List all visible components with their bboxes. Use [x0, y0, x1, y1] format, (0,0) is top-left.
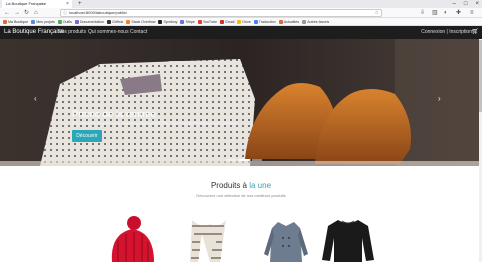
bookmarks-bar: Ma Boutique Mes projets Outils Documentatio…	[0, 18, 482, 26]
bookmark-item[interactable]: Autres favoris	[302, 19, 330, 24]
bookmark-label: Stack Overflow	[131, 19, 156, 24]
carousel-dot[interactable]	[252, 159, 262, 161]
bookmark-item[interactable]: Symfony	[158, 19, 178, 24]
bookmark-favicon-icon	[31, 19, 36, 24]
bookmark-item[interactable]: Gmail	[219, 19, 235, 24]
bookmark-favicon-icon	[237, 19, 242, 24]
maximize-icon[interactable]: □	[464, 0, 468, 8]
bookmark-label: Stripe	[185, 19, 195, 24]
section-title: Produits à la une	[0, 181, 482, 190]
forward-icon[interactable]: →	[14, 9, 20, 17]
product-red-beanie[interactable]	[102, 214, 162, 262]
hero-cta-button[interactable]: Découvrir	[72, 130, 102, 142]
home-icon[interactable]: ⌂	[34, 9, 38, 17]
bookmark-favicon-icon	[278, 19, 283, 24]
bookmark-favicon-icon	[126, 19, 131, 24]
url-text: localhost:8000/laboutique/public/	[69, 10, 128, 15]
bookmark-item[interactable]: Traduction	[253, 19, 276, 24]
bookmark-item[interactable]: Stripe	[180, 19, 195, 24]
close-window-icon[interactable]: ×	[475, 0, 479, 8]
section-title-main: Produits à	[210, 181, 250, 190]
hero-image	[0, 39, 482, 166]
nav-link-products[interactable]: Nos produits	[58, 26, 86, 39]
hero-carousel: ‹ › Promo de la rentrée Découvrez toutes…	[0, 39, 482, 166]
striped-scarf-image	[190, 220, 226, 262]
section-title-accent: la une	[249, 181, 272, 190]
hero-title: Promo de la rentrée	[72, 109, 156, 120]
site-info-icon[interactable]: ⓘ	[63, 10, 67, 16]
section-subtitle: Découvrez une sélection de nos meilleurs…	[196, 193, 286, 198]
nav-link-contact[interactable]: Contact	[130, 26, 147, 39]
tab-title: La Boutique Française	[6, 1, 47, 6]
black-sweater-image	[322, 220, 374, 262]
downloads-icon[interactable]: ⇩	[420, 9, 425, 17]
bookmark-item[interactable]: YouTube	[197, 19, 217, 24]
browser-tab[interactable]: La Boutique Française ×	[2, 0, 72, 8]
bookmark-favicon-icon	[197, 19, 202, 24]
bookmark-item[interactable]: Mes projets	[31, 19, 55, 24]
reload-icon[interactable]: ↻	[24, 9, 29, 17]
site-logo[interactable]: La Boutique Française	[4, 26, 64, 39]
bookmark-label: Traduction	[258, 19, 276, 24]
red-beanie-image	[111, 216, 154, 262]
cart-icon[interactable]: 🛒︎	[471, 26, 479, 39]
bookmark-favicon-icon	[57, 19, 62, 24]
bookmark-favicon-icon	[158, 19, 163, 24]
browser-nav-bar: ← → ↻ ⌂ ⓘ localhost:8000/laboutique/publ…	[0, 8, 482, 18]
bookmark-label: Outils	[62, 19, 72, 24]
new-tab-icon[interactable]: +	[78, 0, 82, 8]
grey-coat-image	[264, 222, 308, 262]
bookmark-favicon-icon	[3, 19, 7, 24]
bookmark-item[interactable]: Outils	[57, 19, 72, 24]
hero-subtitle: Découvrez toutes nos nouveautés et profi…	[72, 121, 238, 127]
bookmark-item[interactable]: Actualités	[278, 19, 300, 24]
library-icon[interactable]: ▥	[432, 9, 438, 17]
bookmark-favicon-icon	[180, 19, 185, 24]
bookmark-label: Symfony	[163, 19, 178, 24]
window-controls: – □ ×	[453, 0, 479, 8]
back-icon[interactable]: ←	[4, 9, 10, 17]
bookmark-favicon-icon	[253, 19, 258, 24]
browser-tab-bar: La Boutique Française × + – □ ×	[0, 0, 482, 8]
nav-link-about[interactable]: Qui sommes-nous	[88, 26, 129, 39]
bookmark-label: Mes projets	[36, 19, 55, 24]
carousel-dot[interactable]	[239, 159, 249, 161]
extension-icon[interactable]: ✚	[456, 9, 461, 17]
bookmark-label: Autres favoris	[307, 19, 330, 24]
carousel-indicators	[226, 159, 262, 161]
url-bar[interactable]: ⓘ localhost:8000/laboutique/public/ ☆	[60, 9, 382, 17]
carousel-prev-icon[interactable]: ‹	[34, 94, 37, 103]
bookmark-favicon-icon	[74, 19, 79, 24]
sync-icon[interactable]: ◐	[444, 9, 448, 17]
bookmark-label: Ma Boutique	[8, 19, 29, 24]
site-header: La Boutique Française Nos produits Qui s…	[0, 26, 482, 39]
bookmark-label: GitHub	[112, 19, 124, 24]
bookmark-star-icon[interactable]: ☆	[375, 10, 379, 16]
menu-icon[interactable]: ≡	[470, 9, 474, 17]
bookmark-item[interactable]: Drive	[237, 19, 251, 24]
bookmark-item[interactable]: GitHub	[107, 19, 124, 24]
bookmark-favicon-icon	[219, 19, 224, 24]
bookmark-item[interactable]: Documentation	[74, 19, 105, 24]
product-black-sweater[interactable]	[318, 214, 378, 262]
carousel-dot[interactable]	[226, 159, 236, 161]
bookmark-favicon-icon	[302, 19, 307, 24]
bookmark-item[interactable]: Stack Overflow	[126, 19, 156, 24]
bookmark-label: YouTube	[202, 19, 217, 24]
carousel-next-icon[interactable]: ›	[438, 94, 441, 103]
bookmark-label: Documentation	[79, 19, 105, 24]
product-grey-coat[interactable]	[256, 214, 316, 262]
bookmark-label: Gmail	[224, 19, 235, 24]
product-striped-scarf[interactable]	[180, 214, 240, 262]
minimize-icon[interactable]: –	[453, 0, 456, 8]
bookmark-item[interactable]: Ma Boutique	[3, 19, 29, 24]
account-links[interactable]: Connexion | Inscription	[421, 26, 472, 39]
close-tab-icon[interactable]: ×	[66, 0, 69, 8]
bookmark-label: Drive	[242, 19, 251, 24]
bookmark-label: Actualités	[283, 19, 300, 24]
bookmark-favicon-icon	[107, 19, 112, 24]
